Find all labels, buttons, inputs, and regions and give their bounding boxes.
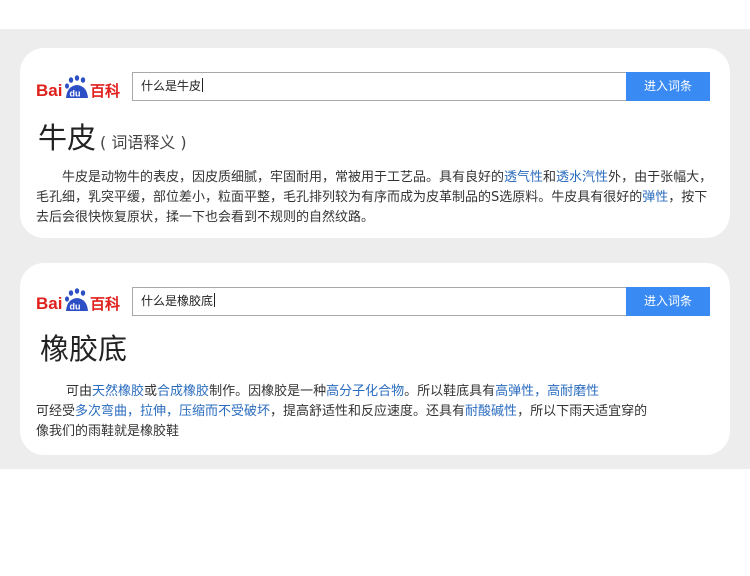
term-title-text: 牛皮 bbox=[38, 121, 97, 155]
link-breathability[interactable]: 透气性 bbox=[504, 170, 543, 185]
search-row: 什么是牛皮 进入词条 bbox=[132, 72, 710, 101]
logo-baike-text: 百科 bbox=[90, 295, 120, 313]
link-acid-alkali-resistance[interactable]: 耐酸碱性 bbox=[465, 404, 517, 419]
link-bending-stretching[interactable]: 多次弯曲，拉伸，压缩而不受破坏 bbox=[75, 404, 270, 419]
logo-du-text: du bbox=[70, 89, 81, 99]
baike-card-rubber-sole: Bai du 百科 什么是橡胶底 进入词条 橡胶底 可由天然橡胶或合成橡胶制作。… bbox=[20, 263, 730, 455]
text-segment: 制作。因橡胶是一种 bbox=[209, 384, 327, 399]
logo-du-text: du bbox=[70, 302, 81, 312]
paw-icon: du bbox=[65, 288, 88, 312]
term-tag: ( 词语释义 ) bbox=[100, 133, 187, 152]
text-caret bbox=[214, 293, 216, 307]
description-line-3: 像我们的雨鞋就是橡胶鞋 bbox=[36, 422, 716, 442]
link-elasticity[interactable]: 弹性 bbox=[642, 190, 668, 205]
logo-bai-text: Bai bbox=[36, 294, 62, 313]
description-line-1: 可由天然橡胶或合成橡胶制作。因橡胶是一种高分子化合物。所以鞋底具有高弹性，高耐磨… bbox=[36, 382, 716, 402]
term-title: 牛皮( 词语释义 ) bbox=[38, 120, 187, 161]
logo-baike-text: 百科 bbox=[90, 82, 120, 100]
search-input[interactable]: 什么是牛皮 bbox=[132, 72, 626, 101]
term-title: 橡胶底 bbox=[40, 331, 127, 367]
enter-entry-button[interactable]: 进入词条 bbox=[626, 72, 710, 101]
text-segment: ，所以下雨天适宜穿的 bbox=[517, 404, 648, 419]
search-input-value: 什么是牛皮 bbox=[141, 79, 202, 93]
link-vapor-permeability[interactable]: 透水汽性 bbox=[556, 170, 608, 185]
text-segment: 牛皮是动物牛的表皮，因皮质细腻，牢固耐用，常被用于工艺品。具有良好的 bbox=[62, 170, 505, 185]
search-row: 什么是橡胶底 进入词条 bbox=[132, 287, 710, 316]
text-segment: 可由 bbox=[66, 384, 93, 399]
term-description: 可由天然橡胶或合成橡胶制作。因橡胶是一种高分子化合物。所以鞋底具有高弹性，高耐磨… bbox=[36, 382, 716, 442]
baidu-baike-logo: Bai du 百科 bbox=[36, 75, 120, 100]
text-segment: ，提高舒适性和反应速度。还具有 bbox=[270, 404, 466, 419]
term-title-text: 橡胶底 bbox=[40, 332, 128, 366]
baike-card-niupi: Bai du 百科 什么是牛皮 进入词条 牛皮( 词语释义 ) 牛皮是动物牛的表… bbox=[20, 48, 730, 238]
description-line-2: 可经受多次弯曲，拉伸，压缩而不受破坏，提高舒适性和反应速度。还具有耐酸碱性，所以… bbox=[36, 402, 716, 422]
text-segment: 。所以鞋底具有 bbox=[404, 384, 496, 399]
paw-icon: du bbox=[65, 75, 88, 99]
enter-entry-button[interactable]: 进入词条 bbox=[626, 287, 710, 316]
link-natural-rubber[interactable]: 天然橡胶 bbox=[92, 384, 144, 399]
search-input-value: 什么是橡胶底 bbox=[141, 294, 214, 308]
link-high-elasticity[interactable]: 高弹性，高耐磨性 bbox=[495, 384, 599, 399]
link-polymer-compound[interactable]: 高分子化合物 bbox=[326, 384, 404, 399]
text-segment: 可经受 bbox=[36, 404, 76, 419]
text-caret bbox=[202, 78, 204, 92]
text-segment: 或 bbox=[144, 384, 158, 399]
text-segment: 像我们的雨鞋就是橡胶鞋 bbox=[36, 424, 180, 439]
baidu-baike-logo: Bai du 百科 bbox=[36, 288, 120, 313]
logo-bai-text: Bai bbox=[36, 81, 62, 100]
link-synthetic-rubber[interactable]: 合成橡胶 bbox=[157, 384, 209, 399]
text-segment: 和 bbox=[543, 170, 557, 185]
term-description: 牛皮是动物牛的表皮，因皮质细腻，牢固耐用，常被用于工艺品。具有良好的透气性和透水… bbox=[36, 168, 716, 228]
search-input[interactable]: 什么是橡胶底 bbox=[132, 287, 626, 316]
